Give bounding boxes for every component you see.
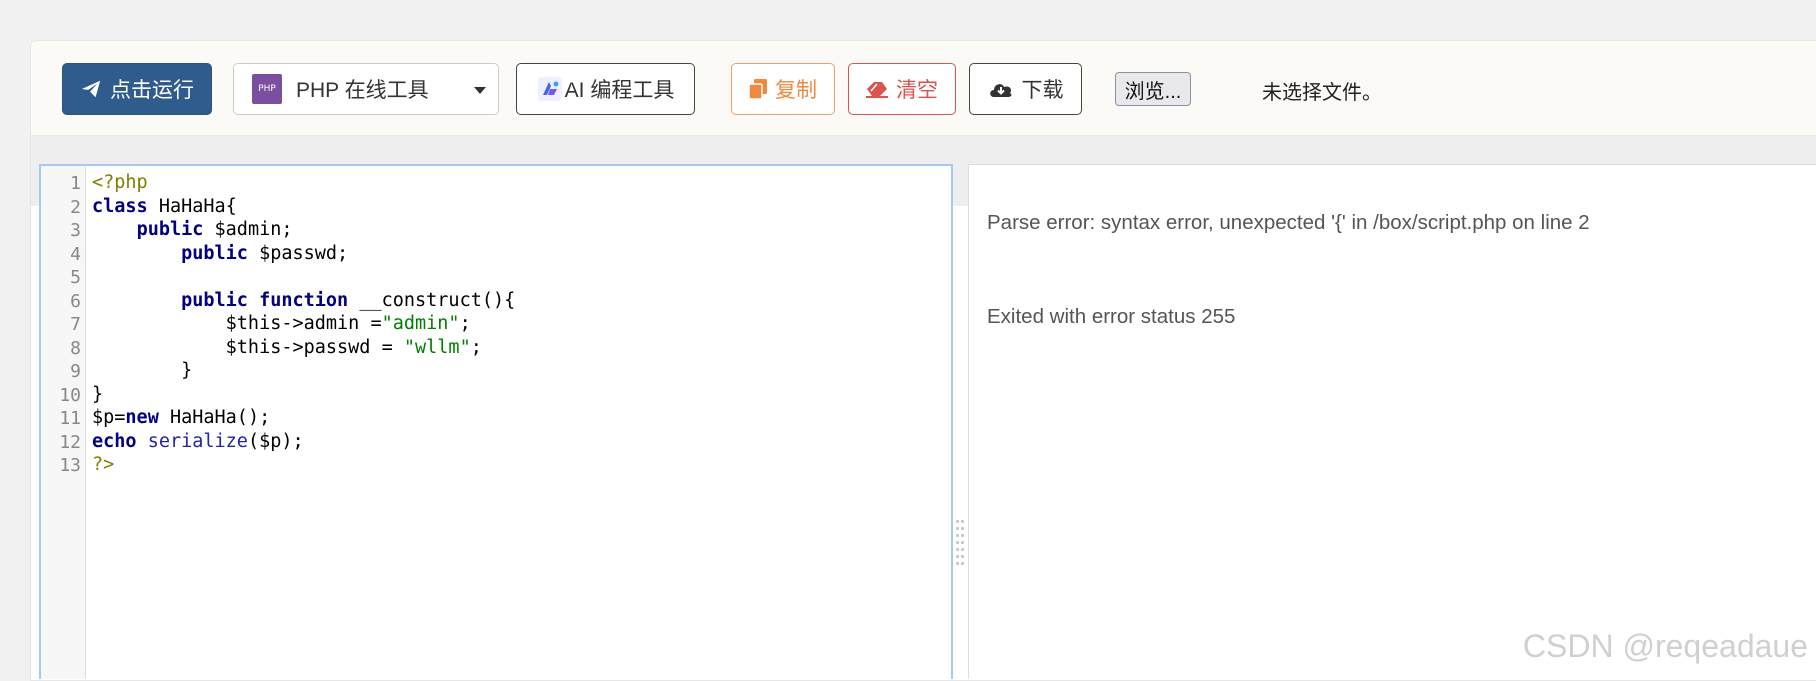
- copy-icon: [749, 79, 767, 99]
- clear-button[interactable]: 清空: [848, 63, 956, 115]
- line-number: 10: [59, 385, 81, 406]
- code-line-7: $this->admin ="admin";: [92, 313, 471, 334]
- copy-button[interactable]: 复制: [731, 63, 835, 115]
- pane-resize-handle[interactable]: [955, 520, 965, 572]
- output-error-line: Parse error: syntax error, unexpected '{…: [987, 211, 1590, 234]
- copy-label: 复制: [775, 79, 817, 102]
- code-line-10: }: [92, 384, 104, 405]
- code-line-11: $p=new HaHaHa();: [92, 407, 271, 428]
- line-number-gutter: 1 2 3 4 5 6 7 8 9 10 11 12 13: [41, 166, 86, 679]
- php-logo-icon: PHP: [252, 74, 282, 104]
- code-line-2: class HaHaHa{: [92, 196, 237, 217]
- ai-logo-icon: [537, 77, 562, 101]
- line-number: 9: [70, 361, 81, 382]
- line-number: 11: [59, 408, 81, 429]
- browse-file-button[interactable]: 浏览...: [1115, 72, 1191, 106]
- ai-tool-label: AI 编程工具: [564, 79, 675, 102]
- line-number: 1: [70, 173, 81, 194]
- no-file-selected-text: 未选择文件。: [1262, 82, 1382, 104]
- line-number: 4: [70, 244, 81, 265]
- line-number: 12: [59, 432, 81, 453]
- line-number: 6: [70, 291, 81, 312]
- paper-plane-icon: [81, 80, 101, 98]
- output-status-line: Exited with error status 255: [987, 305, 1236, 328]
- language-select[interactable]: PHP PHP 在线工具: [233, 63, 499, 115]
- code-line-4: public $passwd;: [181, 243, 349, 264]
- code-line-6: public function __construct(){: [181, 290, 516, 311]
- output-panel: Parse error: syntax error, unexpected '{…: [968, 164, 1816, 679]
- line-number: 5: [70, 267, 81, 288]
- line-number: 8: [70, 338, 81, 359]
- toolbar: 点击运行 PHP PHP 在线工具 AI 编程工具 复制 清空 下载 浏览...…: [31, 41, 1816, 136]
- clear-label: 清空: [896, 79, 938, 102]
- eraser-icon: [866, 82, 888, 98]
- cloud-download-icon: [989, 84, 1011, 97]
- language-select-value: PHP 在线工具: [296, 79, 429, 102]
- code-line-8: $this->passwd = "wllm";: [92, 337, 482, 358]
- run-button[interactable]: 点击运行: [62, 63, 212, 115]
- code-editor[interactable]: 1 2 3 4 5 6 7 8 9 10 11 12 13 <?php class HaHaHa{ pu…: [39, 164, 953, 679]
- download-label: 下载: [1021, 79, 1064, 102]
- code-line-3: public $admin;: [136, 219, 293, 240]
- caret-down-icon: [474, 87, 486, 94]
- code-line-1: <?php: [92, 172, 148, 193]
- code-line-13: ?>: [92, 454, 115, 475]
- line-number: 7: [70, 314, 81, 335]
- code-line-12: echo serialize($p);: [92, 431, 304, 452]
- download-button[interactable]: 下载: [969, 63, 1082, 115]
- ai-tool-button[interactable]: AI 编程工具: [516, 63, 695, 115]
- code-line-9: }: [92, 360, 193, 381]
- line-number: 2: [70, 197, 81, 218]
- run-button-label: 点击运行: [110, 79, 194, 102]
- csdn-watermark: CSDN @reqeadaue: [1522, 628, 1808, 664]
- line-number: 3: [70, 220, 81, 241]
- line-number: 13: [59, 455, 81, 476]
